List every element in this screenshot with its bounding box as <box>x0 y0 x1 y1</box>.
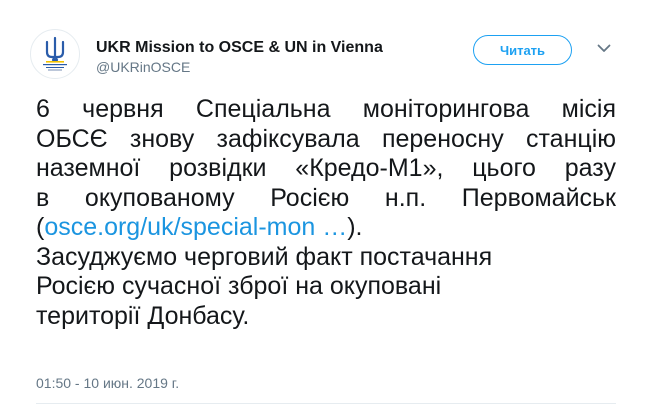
tweet-line: в окупованому Росією н.п. Первомайськ <box>36 183 616 212</box>
paren-close: ). <box>347 213 363 241</box>
tweet-line-with-link: (osce.org/uk/special-mon …). <box>36 213 616 243</box>
account-name[interactable]: UKR Mission to OSCE & UN in Vienna <box>96 38 383 57</box>
tweet-line: Засуджуємо черговий факт постачання <box>36 242 493 271</box>
follow-button[interactable]: Читать <box>473 35 572 65</box>
tweet-link[interactable]: osce.org/uk/special-mon … <box>44 213 347 241</box>
tweet-line: ОБСЄ знову зафіксувала переносну станцію <box>36 124 616 153</box>
tweet-text: 6 червня Спеціальна моніторингова місія … <box>36 95 616 331</box>
tweet-line: території Донбасу. <box>36 301 250 330</box>
avatar[interactable] <box>30 29 80 79</box>
chevron-down-icon[interactable] <box>596 42 612 54</box>
divider <box>36 403 616 404</box>
tweet-line: 6 червня Спеціальна моніторингова місія <box>36 95 616 123</box>
account-handle[interactable]: @UKRinOSCE <box>96 59 190 76</box>
tweet-timestamp[interactable]: 01:50 - 10 июн. 2019 г. <box>36 375 179 392</box>
ukrainian-trident-emblem-icon <box>43 36 67 71</box>
tweet-line: наземної розвідки «Кредо-М1», цього разу <box>36 154 616 182</box>
tweet-line: Росією сучасної зброї на окуповані <box>36 272 442 300</box>
